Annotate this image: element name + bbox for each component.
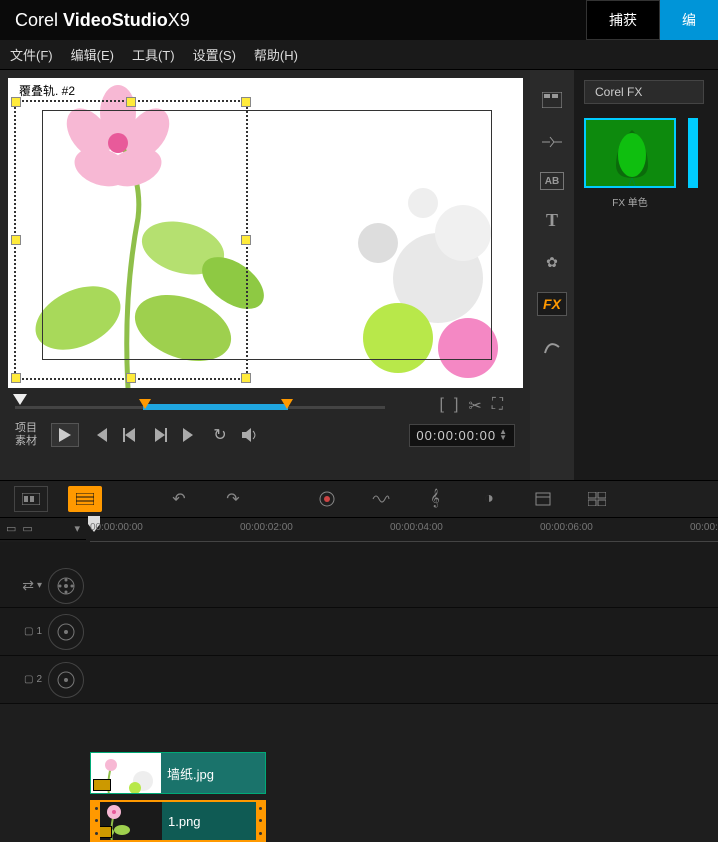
clip-wallpaper-label: 墙纸.jpg bbox=[167, 764, 214, 783]
clip-wallpaper[interactable]: 墙纸.jpg bbox=[90, 752, 266, 794]
video-track-icon bbox=[48, 568, 84, 604]
go-end-button[interactable] bbox=[181, 426, 199, 444]
libtool-text-icon[interactable]: T bbox=[537, 208, 567, 232]
fx-item-1[interactable]: FX 单色 bbox=[584, 118, 676, 209]
undo-button[interactable]: ↶ bbox=[162, 486, 196, 512]
overlay-track-icon bbox=[48, 662, 84, 698]
menu-settings[interactable]: 设置(S) bbox=[193, 45, 236, 64]
overlay-track-icon bbox=[48, 614, 84, 650]
marker-button[interactable]: ◑ bbox=[472, 486, 506, 512]
preview-canvas[interactable]: 覆叠轨. #2 bbox=[8, 78, 523, 388]
scrubber[interactable]: [ ] ✂ ⛶ bbox=[15, 396, 515, 418]
preview-panel: 覆叠轨. #2 [ ] ✂ ⛶ bbox=[0, 70, 530, 480]
libtool-path-icon[interactable] bbox=[537, 334, 567, 358]
tab-edit[interactable]: 编 bbox=[660, 0, 718, 40]
audio-mixer-button[interactable] bbox=[364, 486, 398, 512]
fx-item-1-label: FX 单色 bbox=[584, 194, 676, 209]
menu-help[interactable]: 帮助(H) bbox=[254, 45, 298, 64]
expand-icon[interactable]: ⛶ bbox=[492, 396, 503, 416]
timeline-ruler[interactable]: 00:00:00:00 00:00:02:00 00:00:04:00 00:0… bbox=[0, 518, 718, 542]
timeline-toolbar: ↶ ↷ 𝄞 ◑ bbox=[0, 480, 718, 518]
timecode-spinner[interactable]: ▲▼ bbox=[499, 429, 508, 441]
lock-icon[interactable]: ▢ bbox=[24, 674, 33, 685]
menu-file[interactable]: 文件(F) bbox=[10, 45, 53, 64]
playhead-marker[interactable] bbox=[13, 394, 27, 405]
track-video-main[interactable]: ⇄▾ bbox=[0, 564, 718, 608]
libtool-title-icon[interactable]: AB bbox=[540, 172, 564, 190]
menu-tools[interactable]: 工具(T) bbox=[132, 45, 175, 64]
lock-icon[interactable]: ▢ bbox=[24, 626, 33, 637]
auto-music-button[interactable]: 𝄞 bbox=[418, 486, 452, 512]
storyboard-view-button[interactable] bbox=[14, 486, 48, 512]
timecode-display[interactable]: 00:00:00:00 ▲▼ bbox=[409, 424, 515, 447]
overlay-track-label: 覆叠轨. #2 bbox=[18, 82, 76, 99]
library-toolstrip: AB T ✿ FX bbox=[530, 70, 574, 480]
menubar: 文件(F) 编辑(E) 工具(T) 设置(S) 帮助(H) bbox=[0, 40, 718, 70]
go-start-button[interactable] bbox=[91, 426, 109, 444]
timeline-tracks: 00:00:00:00 00:00:02:00 00:00:04:00 00:0… bbox=[0, 518, 718, 704]
fx-item-2[interactable] bbox=[688, 118, 698, 209]
ruler-tick-1: 00:00:02:00 bbox=[240, 522, 293, 533]
ruler-tick-0: 00:00:00:00 bbox=[90, 522, 143, 533]
redo-button[interactable]: ↷ bbox=[216, 486, 250, 512]
track-toggle-icon[interactable]: ⇄ bbox=[22, 577, 34, 594]
menu-edit[interactable]: 编辑(E) bbox=[71, 45, 114, 64]
chapter-button[interactable] bbox=[526, 486, 560, 512]
tab-capture[interactable]: 捕获 bbox=[586, 0, 660, 40]
track-lock-icon[interactable]: ▭ bbox=[22, 522, 32, 535]
scissors-icon[interactable]: ✂ bbox=[468, 396, 481, 416]
mark-in[interactable] bbox=[139, 399, 151, 409]
playback-controls: 项目 素材 ↻ 00:00:00:00 ▲▼ bbox=[5, 418, 525, 452]
track-overlay-1[interactable]: ▢1 bbox=[0, 608, 718, 656]
titlebar: Corel VideoStudioX9 捕获 编 bbox=[0, 0, 718, 40]
mode-clip-label[interactable]: 素材 bbox=[15, 435, 37, 448]
prev-frame-button[interactable] bbox=[121, 426, 139, 444]
clip-png[interactable]: 1.png bbox=[90, 800, 266, 842]
ruler-tick-4: 00:00:0 bbox=[690, 522, 718, 533]
app-logo: Corel VideoStudioX9 bbox=[15, 10, 190, 31]
collapse-icon[interactable]: ▾ bbox=[37, 580, 42, 591]
mode-project-label[interactable]: 项目 bbox=[15, 422, 37, 435]
libtool-transition-icon[interactable] bbox=[537, 130, 567, 154]
library-panel: AB T ✿ FX Corel FX FX 单色 bbox=[530, 70, 718, 480]
play-button[interactable] bbox=[51, 423, 79, 447]
libtool-media-icon[interactable] bbox=[537, 88, 567, 112]
volume-button[interactable] bbox=[241, 426, 259, 444]
track-header-strip: ▭ ▭ ▾ bbox=[0, 518, 86, 540]
bracket-out-icon[interactable]: ] bbox=[454, 396, 458, 416]
record-button[interactable] bbox=[310, 486, 344, 512]
clip-resize-handle[interactable] bbox=[256, 802, 264, 840]
safe-zone-frame bbox=[42, 110, 492, 360]
loop-button[interactable]: ↻ bbox=[211, 426, 229, 444]
libtool-graphic-icon[interactable]: ✿ bbox=[537, 250, 567, 274]
ruler-tick-2: 00:00:04:00 bbox=[390, 522, 443, 533]
track-vis-icon[interactable]: ▭ bbox=[6, 522, 16, 535]
clip-png-label: 1.png bbox=[168, 814, 201, 829]
ruler-tick-3: 00:00:06:00 bbox=[540, 522, 593, 533]
multitrack-button[interactable] bbox=[580, 486, 614, 512]
clip-resize-handle-left[interactable] bbox=[92, 802, 100, 840]
mark-out[interactable] bbox=[281, 399, 293, 409]
next-frame-button[interactable] bbox=[151, 426, 169, 444]
library-category-tab[interactable]: Corel FX bbox=[584, 80, 704, 104]
timeline-view-button[interactable] bbox=[68, 486, 102, 512]
libtool-fx-icon[interactable]: FX bbox=[537, 292, 567, 316]
track-overlay-2[interactable]: ▢2 bbox=[0, 656, 718, 704]
bracket-in-icon[interactable]: [ bbox=[439, 396, 443, 416]
